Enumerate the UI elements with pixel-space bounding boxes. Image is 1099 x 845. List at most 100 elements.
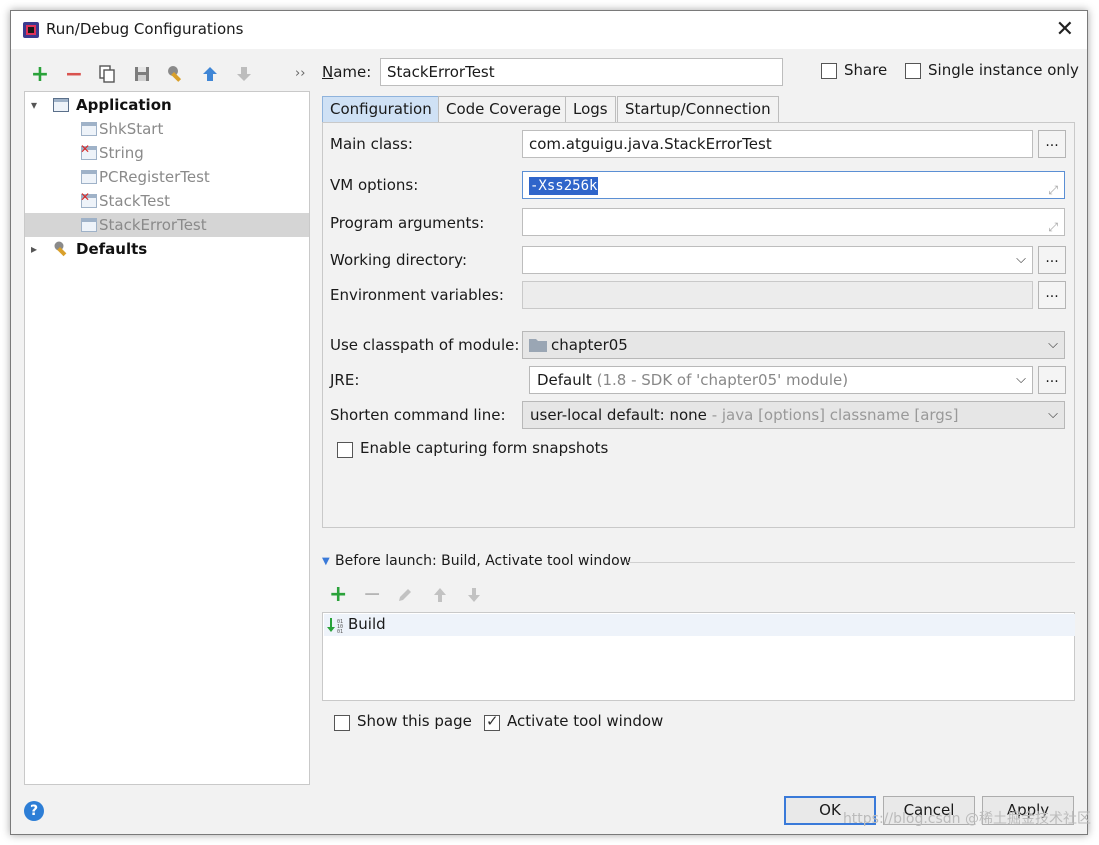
shorten-value: user-local default: none <box>530 406 707 424</box>
application-icon <box>53 98 69 112</box>
activate-tool-window-label: Activate tool window <box>507 712 664 730</box>
vm-options-input[interactable]: -Xss256k ⤢ <box>522 171 1065 199</box>
remove-icon[interactable]: − <box>63 62 85 87</box>
share-checkbox[interactable] <box>821 63 837 79</box>
tree-item[interactable]: ✕ StackTest <box>25 189 309 213</box>
move-task-up-icon[interactable] <box>432 587 448 603</box>
name-label: Name: <box>322 63 372 81</box>
tree-node-application[interactable]: ▾ Application <box>25 93 309 117</box>
tab-code-coverage[interactable]: Code Coverage <box>438 96 570 122</box>
title-bar: Run/Debug Configurations ✕ <box>11 11 1087 49</box>
jre-select[interactable]: Default (1.8 - SDK of 'chapter05' module… <box>529 366 1033 394</box>
module-folder-icon <box>529 339 547 352</box>
config-error-icon: ✕ <box>80 191 97 208</box>
chevron-down-icon[interactable]: ⌵ <box>1048 402 1058 428</box>
list-item[interactable]: 01 10 01 Build <box>324 614 1075 636</box>
svg-text:01: 01 <box>337 629 343 633</box>
shorten-detail: - java [options] classname [args] <box>711 406 959 424</box>
tree-item-label: StackTest <box>99 192 171 210</box>
tree-item-label: String <box>99 144 144 162</box>
vm-options-label: VM options: <box>330 176 419 194</box>
shorten-select[interactable]: user-local default: none - java [options… <box>522 401 1065 429</box>
defaults-wrench-icon <box>54 241 67 257</box>
before-launch-list[interactable]: 01 10 01 Build <box>322 612 1075 701</box>
tree-item[interactable]: ShkStart <box>25 117 309 141</box>
single-instance-label: Single instance only <box>928 61 1079 79</box>
expand-icon[interactable]: ⤢ <box>1048 214 1058 235</box>
collapse-triangle-icon[interactable]: ▼ <box>322 556 330 567</box>
shorten-label: Shorten command line: <box>330 406 506 424</box>
share-label: Share <box>844 61 888 79</box>
jre-detail: (1.8 - SDK of 'chapter05' module) <box>596 371 849 389</box>
main-class-input[interactable]: com.atguigu.java.StackErrorTest <box>522 130 1033 158</box>
classpath-label: Use classpath of module: <box>330 336 520 354</box>
config-icon <box>81 218 97 232</box>
chevron-down-icon[interactable]: ▾ <box>31 93 37 117</box>
chevron-down-icon[interactable]: ⌵ <box>1048 332 1058 358</box>
more-actions-icon[interactable]: ›› <box>295 66 305 81</box>
name-input[interactable]: StackErrorTest <box>380 58 783 86</box>
working-dir-input[interactable]: ⌵ <box>522 246 1033 274</box>
wrench-icon[interactable] <box>166 64 186 84</box>
working-dir-label: Working directory: <box>330 251 468 269</box>
tree-item-selected[interactable]: StackErrorTest <box>25 213 309 237</box>
move-task-down-icon[interactable] <box>466 587 482 603</box>
activate-tool-window-checkbox[interactable] <box>484 712 500 731</box>
config-error-icon: ✕ <box>80 143 97 160</box>
move-up-icon[interactable] <box>201 65 219 83</box>
snapshots-checkbox[interactable] <box>337 442 353 458</box>
close-icon[interactable]: ✕ <box>1056 17 1074 42</box>
save-icon[interactable] <box>133 65 151 83</box>
main-class-browse-button[interactable]: ... <box>1038 130 1066 158</box>
build-label: Build <box>348 615 386 633</box>
run-debug-dialog: Run/Debug Configurations ✕ + − ›› ▾ Appl… <box>10 10 1088 835</box>
vm-options-value: -Xss256k <box>529 177 599 195</box>
chevron-down-icon[interactable]: ⌵ <box>1016 247 1026 273</box>
tree-item-label: StackErrorTest <box>99 216 207 234</box>
window-title: Run/Debug Configurations <box>46 20 244 38</box>
program-args-input[interactable]: ⤢ <box>522 208 1065 236</box>
tree-item[interactable]: PCRegisterTest <box>25 165 309 189</box>
show-page-label: Show this page <box>357 712 472 730</box>
help-icon[interactable]: ? <box>24 801 44 821</box>
single-instance-checkbox[interactable] <box>905 63 921 79</box>
snapshots-label: Enable capturing form snapshots <box>360 439 609 457</box>
build-icon: 01 10 01 <box>327 618 343 633</box>
tree-item-label: PCRegisterTest <box>99 168 210 186</box>
tab-startup-connection[interactable]: Startup/Connection <box>617 96 779 122</box>
jre-value: Default <box>537 371 592 389</box>
classpath-select[interactable]: chapter05 ⌵ <box>522 331 1065 359</box>
edit-task-icon[interactable] <box>397 587 413 603</box>
jre-browse-button[interactable]: ... <box>1038 366 1066 394</box>
program-args-label: Program arguments: <box>330 214 485 232</box>
separator <box>628 562 1075 563</box>
expand-icon[interactable]: ⤢ <box>1048 177 1058 198</box>
tree-label-defaults: Defaults <box>76 240 148 258</box>
intellij-app-icon <box>23 22 39 38</box>
show-page-checkbox[interactable] <box>334 715 350 731</box>
config-tree[interactable]: ▾ Application ShkStart ✕ String PCRegist… <box>24 91 310 785</box>
classpath-value: chapter05 <box>551 336 628 354</box>
env-vars-input[interactable] <box>522 281 1033 309</box>
tab-configuration[interactable]: Configuration <box>322 96 440 122</box>
remove-task-icon[interactable]: − <box>363 582 381 607</box>
before-launch-title: Before launch: Build, Activate tool wind… <box>335 553 632 569</box>
config-icon <box>81 122 97 136</box>
move-down-icon[interactable] <box>235 65 253 83</box>
main-class-label: Main class: <box>330 135 413 153</box>
env-vars-browse-button[interactable]: ... <box>1038 281 1066 309</box>
watermark: https://blog.csdn @稀土掘金技术社区 <box>842 811 1091 827</box>
env-vars-label: Environment variables: <box>330 286 504 304</box>
chevron-down-icon[interactable]: ⌵ <box>1016 367 1026 393</box>
tree-item[interactable]: ✕ String <box>25 141 309 165</box>
tree-node-defaults[interactable]: ▸ Defaults <box>25 237 309 261</box>
tab-logs[interactable]: Logs <box>565 96 616 122</box>
add-icon[interactable]: + <box>29 62 51 87</box>
copy-icon[interactable] <box>98 65 116 83</box>
tree-item-label: ShkStart <box>99 120 164 138</box>
config-icon <box>81 170 97 184</box>
chevron-right-icon[interactable]: ▸ <box>31 237 37 261</box>
tree-label-application: Application <box>76 96 172 114</box>
add-task-icon[interactable]: + <box>329 582 347 607</box>
working-dir-browse-button[interactable]: ... <box>1038 246 1066 274</box>
